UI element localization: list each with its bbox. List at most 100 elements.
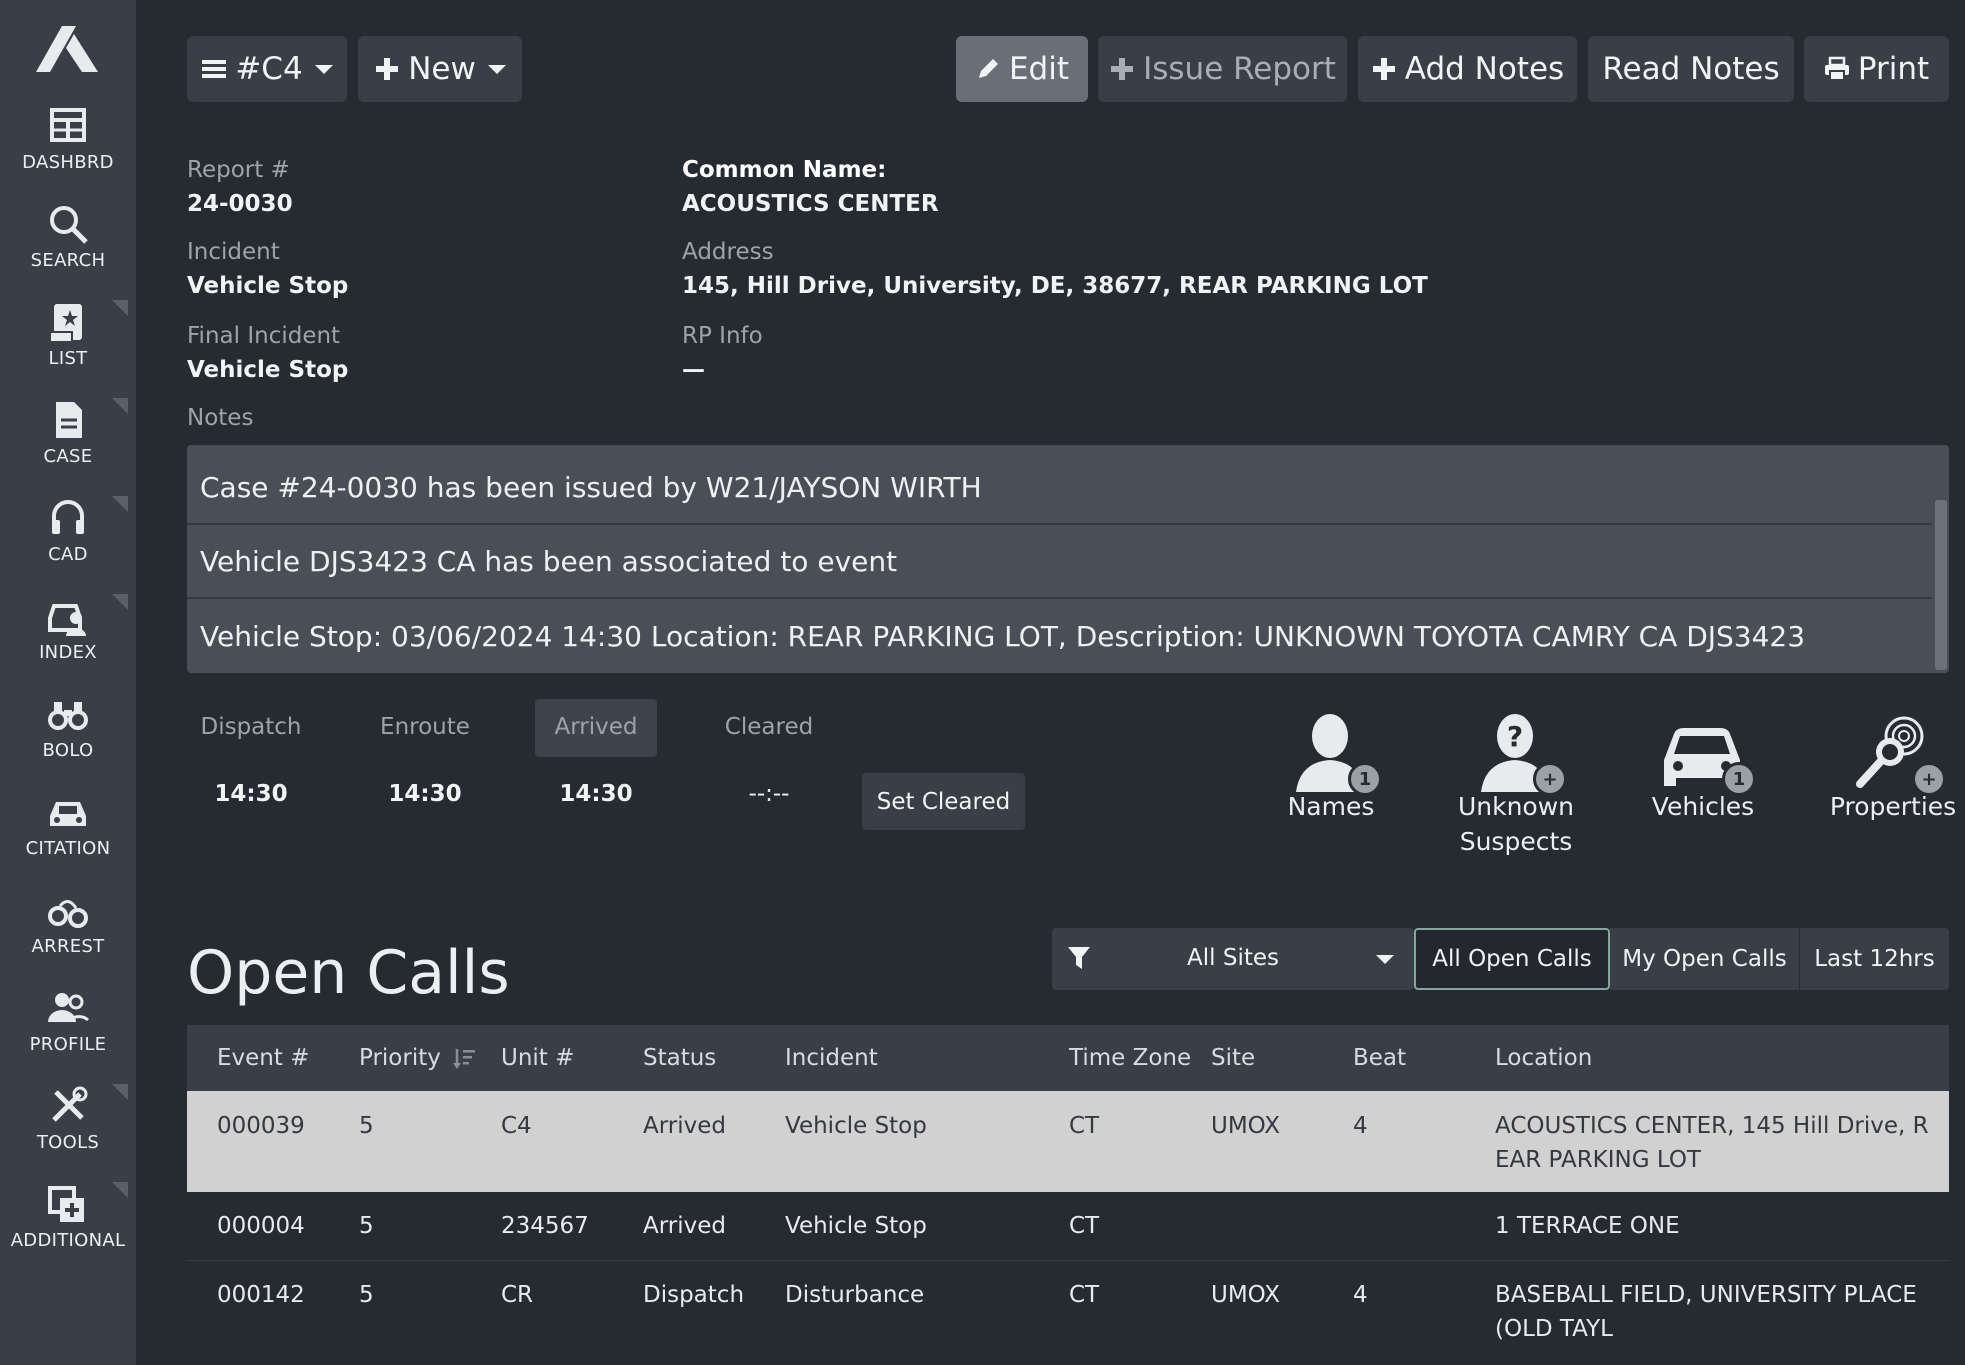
set-cleared-button[interactable]: Set Cleared <box>862 773 1025 830</box>
column-header-beat[interactable]: Beat <box>1353 1045 1406 1071</box>
sidebar-item-search[interactable]: SEARCH <box>0 202 136 300</box>
all-open-calls-tab[interactable]: All Open Calls <box>1414 928 1610 990</box>
report-number-label: Report # <box>187 157 290 183</box>
column-header-site[interactable]: Site <box>1211 1045 1255 1071</box>
sidebar-item-label: CAD <box>48 544 88 565</box>
cell-beat: 4 <box>1353 1113 1368 1139</box>
names-button[interactable]: 1 Names <box>1270 712 1392 821</box>
final-incident-label: Final Incident <box>187 323 341 349</box>
headset-icon <box>52 500 84 534</box>
rp-info-value: — <box>682 357 705 383</box>
final-incident-value: Vehicle Stop <box>187 357 349 383</box>
notes-scrollbar[interactable] <box>1935 500 1947 670</box>
cleared-label: Cleared <box>724 714 814 740</box>
table-row[interactable]: 000039 5 C4 Arrived Vehicle Stop CT UMOX… <box>187 1091 1949 1192</box>
enroute-label: Enroute <box>380 714 470 740</box>
document-icon <box>56 402 82 438</box>
sidebar-item-label: LIST <box>48 348 88 369</box>
set-cleared-label: Set Cleared <box>876 788 1011 815</box>
incident-label: Incident <box>187 239 280 265</box>
sidebar-item-tools[interactable]: TOOLS <box>0 1084 136 1182</box>
handcuffs-icon <box>48 900 88 928</box>
cell-location-line1: ACOUSTICS CENTER, 145 Hill Drive, R <box>1495 1113 1929 1139</box>
plus-icon <box>1372 58 1395 80</box>
column-header-incident[interactable]: Incident <box>785 1045 878 1071</box>
column-header-unit[interactable]: Unit # <box>501 1045 574 1071</box>
unknown-suspects-label-line1: Unknown <box>1457 792 1575 821</box>
new-button[interactable]: New <box>358 36 522 102</box>
column-header-location[interactable]: Location <box>1495 1045 1592 1071</box>
sidebar-item-profile[interactable]: PROFILE <box>0 986 136 1084</box>
issue-report-button[interactable]: Issue Report <box>1098 36 1347 102</box>
cell-location-line2: EAR PARKING LOT <box>1495 1147 1702 1173</box>
cell-status: Arrived <box>643 1113 726 1139</box>
cell-time-zone: CT <box>1069 1282 1100 1308</box>
edit-button[interactable]: Edit <box>956 36 1088 102</box>
print-label: Print <box>1857 51 1930 87</box>
submenu-indicator-icon <box>112 496 128 512</box>
submenu-indicator-icon <box>112 1084 128 1100</box>
enroute-time: 14:30 <box>388 781 462 807</box>
rp-info-label: RP Info <box>682 323 763 349</box>
unknown-suspects-label-line2: Suspects <box>1459 827 1573 856</box>
my-open-calls-tab[interactable]: My Open Calls <box>1610 928 1800 990</box>
issue-report-label: Issue Report <box>1143 51 1336 87</box>
cell-location-line1: BASEBALL FIELD, UNIVERSITY PLACE <box>1495 1282 1917 1308</box>
sort-desc-icon[interactable] <box>452 1047 476 1071</box>
cell-unit: CR <box>501 1282 534 1308</box>
cleared-time: --:-- <box>748 781 790 807</box>
sidebar-item-additional[interactable]: ADDITIONAL <box>0 1182 136 1280</box>
properties-label: Properties <box>1829 792 1957 821</box>
incident-value: Vehicle Stop <box>187 273 349 299</box>
sidebar-item-index[interactable]: INDEX <box>0 594 136 692</box>
sidebar-item-dashbrd[interactable]: DASHBRD <box>0 104 136 202</box>
cell-time-zone: CT <box>1069 1113 1100 1139</box>
tools-icon <box>52 1086 88 1122</box>
unknown-suspects-add-badge: + <box>1533 762 1567 796</box>
submenu-indicator-icon <box>112 1182 128 1198</box>
notes-list[interactable]: Case #24-0030 has been issued by W21/JAY… <box>187 445 1949 673</box>
print-button[interactable]: Print <box>1804 36 1949 102</box>
cell-event: 000039 <box>217 1113 305 1139</box>
unit-menu-button[interactable]: #C4 <box>187 36 347 102</box>
cell-event: 000142 <box>217 1282 305 1308</box>
cell-site: UMOX <box>1211 1113 1281 1139</box>
add-notes-label: Add Notes <box>1404 51 1565 87</box>
submenu-indicator-icon <box>112 594 128 610</box>
column-header-event[interactable]: Event # <box>217 1045 309 1071</box>
column-header-priority[interactable]: Priority <box>359 1045 441 1071</box>
sidebar-item-citation[interactable]: CITATION <box>0 790 136 888</box>
site-filter-select[interactable]: All Sites <box>1052 928 1414 990</box>
column-header-status[interactable]: Status <box>643 1045 716 1071</box>
sidebar-item-arrest[interactable]: ARREST <box>0 888 136 986</box>
submenu-indicator-icon <box>112 300 128 316</box>
sidebar-item-bolo[interactable]: BOLO <box>0 692 136 790</box>
properties-button[interactable]: + Properties <box>1826 712 1960 821</box>
last-12hrs-tab[interactable]: Last 12hrs <box>1800 928 1949 990</box>
sidebar-item-label: ADDITIONAL <box>10 1230 126 1251</box>
table-row[interactable]: 000004 5 234567 Arrived Vehicle Stop CT … <box>187 1192 1949 1260</box>
read-notes-button[interactable]: Read Notes <box>1588 36 1794 102</box>
add-notes-button[interactable]: Add Notes <box>1358 36 1577 102</box>
sidebar-item-label: INDEX <box>39 642 97 663</box>
app-logo[interactable] <box>36 26 98 72</box>
people-icon <box>48 993 90 1022</box>
search-icon <box>50 206 88 244</box>
cell-beat: 4 <box>1353 1282 1368 1308</box>
sidebar-item-list[interactable]: LIST <box>0 300 136 398</box>
column-header-time-zone[interactable]: Time Zone <box>1069 1045 1191 1071</box>
chevron-down-icon <box>314 64 333 74</box>
vehicles-count-badge: 1 <box>1722 762 1756 796</box>
dispatch-label: Dispatch <box>200 714 302 740</box>
unit-label: #C4 <box>235 51 303 87</box>
vehicles-button[interactable]: 1 Vehicles <box>1642 712 1764 821</box>
address-value: 145, Hill Drive, University, DE, 38677, … <box>682 273 1428 299</box>
chevron-down-icon <box>1376 955 1394 964</box>
table-row[interactable]: 000142 5 CR Dispatch Disturbance CT UMOX… <box>187 1261 1949 1365</box>
sidebar-item-cad[interactable]: CAD <box>0 496 136 594</box>
binoculars-icon <box>48 702 88 730</box>
cell-status: Dispatch <box>643 1282 745 1308</box>
sidebar-item-case[interactable]: CASE <box>0 398 136 496</box>
unknown-suspects-button[interactable]: ? + Unknown Suspects <box>1448 712 1584 856</box>
cell-priority: 5 <box>359 1213 374 1239</box>
